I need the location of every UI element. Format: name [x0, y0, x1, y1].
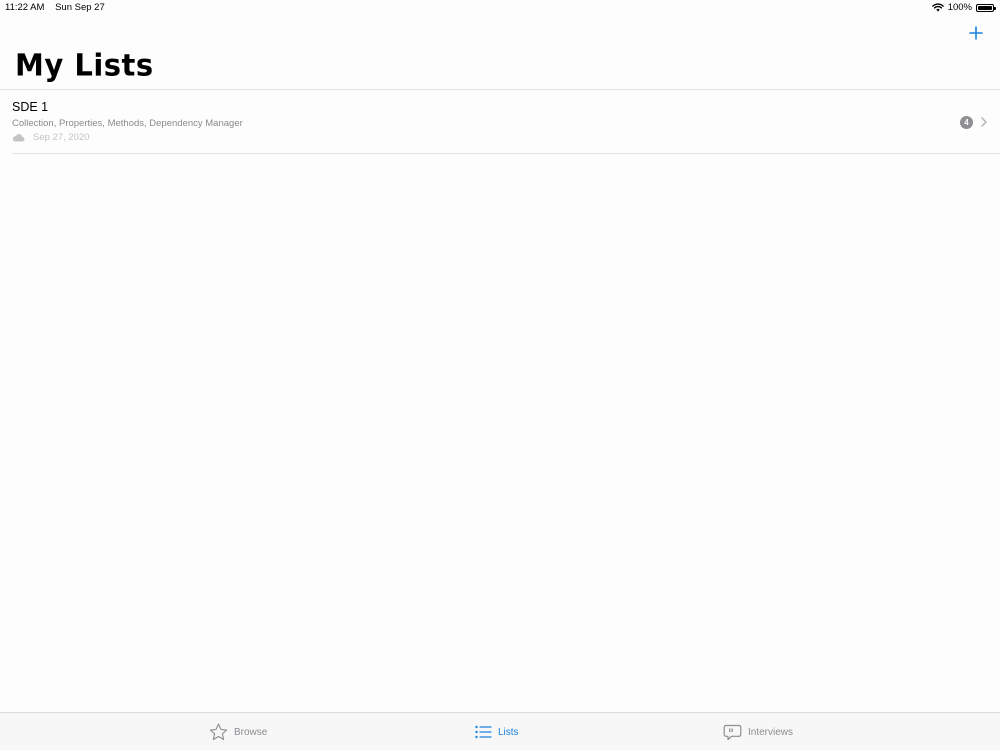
- battery-icon: [976, 3, 996, 12]
- list-item-meta: Sep 27, 2020: [12, 132, 90, 143]
- tab-browse-label: Browse: [234, 726, 268, 738]
- status-right: 100%: [931, 2, 996, 13]
- battery-percent: 100%: [947, 2, 972, 13]
- status-time: 11:22 AM: [5, 2, 45, 13]
- tab-interviews-label: Interviews: [748, 726, 794, 738]
- speech-bubble-icon: [723, 724, 742, 740]
- add-list-button[interactable]: [967, 24, 985, 42]
- item-count-badge: 4: [960, 116, 973, 129]
- tab-lists[interactable]: Lists: [475, 713, 519, 751]
- status-left: 11:22 AM Sun Sep 27: [5, 2, 105, 13]
- status-date: Sun Sep 27: [55, 2, 105, 13]
- chevron-right-icon: [981, 117, 987, 127]
- list-icon: [475, 725, 492, 739]
- plus-icon: [969, 26, 983, 40]
- list-item[interactable]: SDE 1 Collection, Properties, Methods, D…: [0, 90, 1000, 154]
- list-item-subtitle: Collection, Properties, Methods, Depende…: [12, 118, 243, 129]
- star-icon: [209, 723, 228, 741]
- status-bar: 11:22 AM Sun Sep 27 100%: [0, 0, 1000, 16]
- list-item-date: Sep 27, 2020: [33, 132, 90, 143]
- tab-interviews[interactable]: Interviews: [723, 713, 793, 751]
- tab-lists-label: Lists: [498, 726, 519, 738]
- list-item-title: SDE 1: [12, 100, 49, 114]
- page-title: My Lists: [15, 47, 154, 83]
- tab-bar: Browse Lists Interviews: [0, 712, 1000, 750]
- divider: [12, 153, 1000, 154]
- cloud-icon: [13, 134, 25, 142]
- wifi-icon: [931, 3, 944, 12]
- tab-browse[interactable]: Browse: [209, 713, 267, 751]
